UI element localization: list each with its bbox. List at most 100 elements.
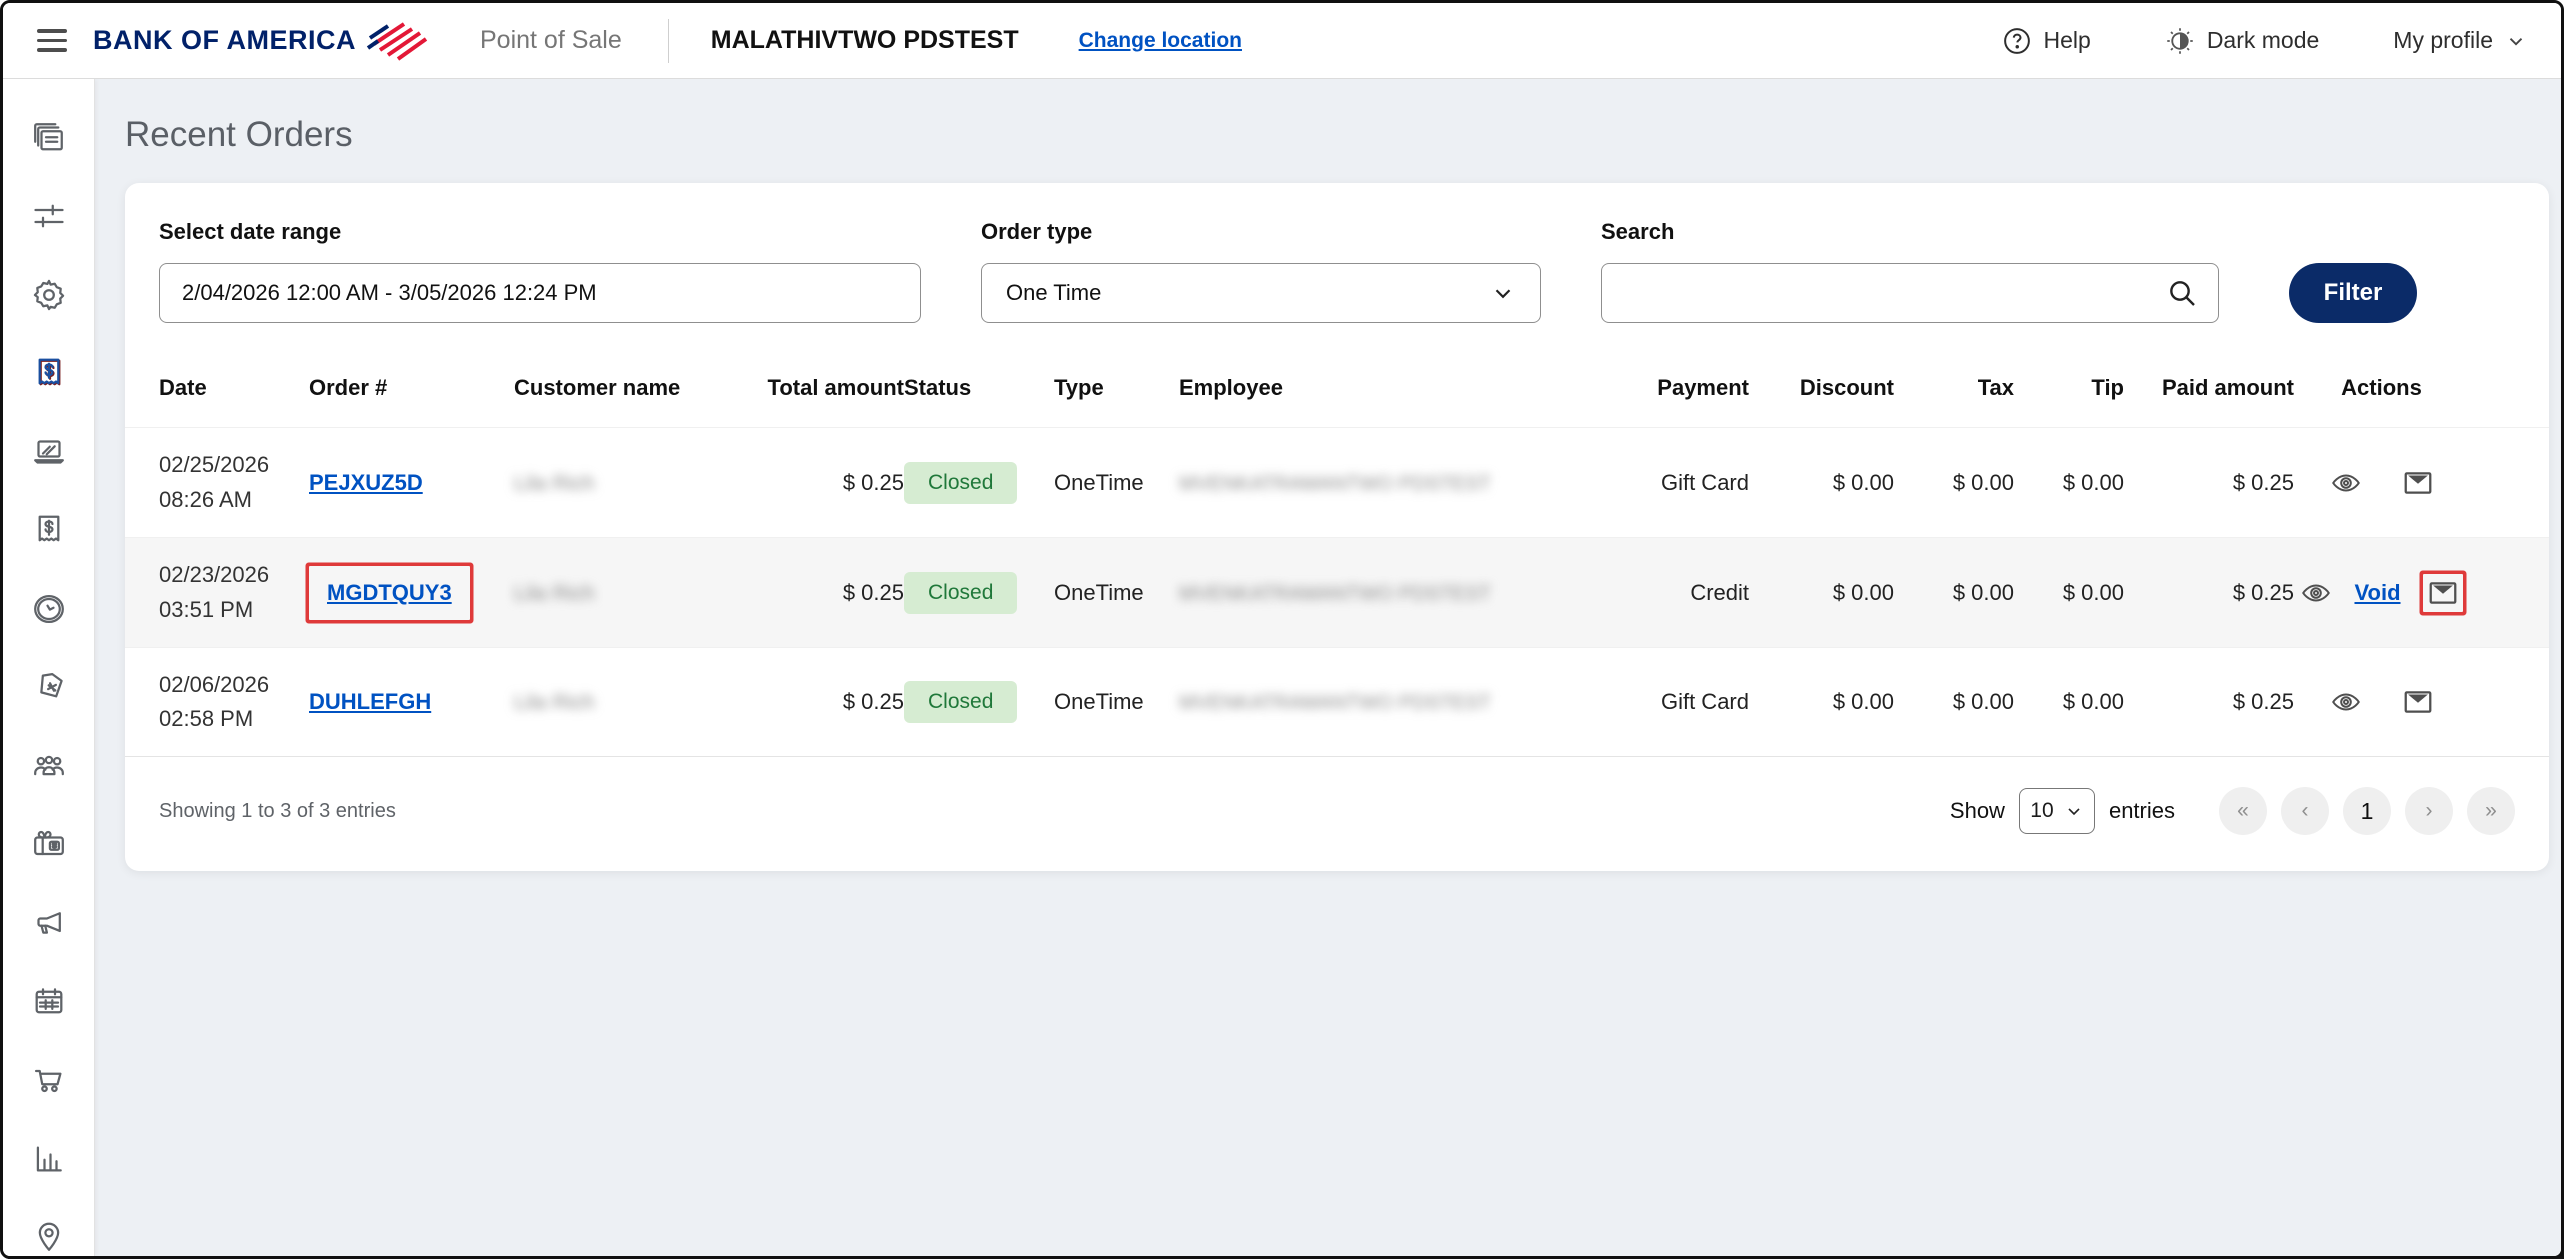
employee-cell: MVENKATRAMANTWO PDSTEST — [1179, 689, 1579, 715]
tax-cell: $ 0.00 — [1894, 580, 2014, 606]
sidebar-item-laptop[interactable] — [29, 433, 69, 471]
order-number-link[interactable]: PEJXUZ5D — [309, 470, 423, 496]
view-order-button[interactable] — [2330, 467, 2362, 499]
sidebar-item-receipt-dollar-2[interactable] — [29, 512, 69, 550]
gift-card-icon — [31, 827, 67, 863]
main-content: Recent Orders Select date range Order ty… — [95, 79, 2561, 1256]
search-input[interactable] — [1602, 280, 2166, 306]
view-order-button[interactable] — [2330, 686, 2362, 718]
sidebar-item-settings-gear[interactable] — [29, 276, 69, 314]
prev-page-button[interactable]: ‹ — [2281, 787, 2329, 835]
payment-cell: Credit — [1579, 580, 1749, 606]
customer-name-cell: Lila Rich — [514, 470, 744, 496]
filters-bar: Select date range Order type One Time Se… — [125, 183, 2549, 331]
page-1-button[interactable]: 1 — [2343, 787, 2391, 835]
sidebar-item-megaphone[interactable] — [29, 904, 69, 942]
order-number-cell: PEJXUZ5D — [309, 470, 514, 496]
payment-cell: Gift Card — [1579, 689, 1749, 715]
location-name: MALATHIVTWO PDSTEST — [711, 26, 1019, 55]
table-footer: Showing 1 to 3 of 3 entries Show 10 entr… — [125, 757, 2549, 861]
tax-cell: $ 0.00 — [1894, 689, 2014, 715]
page-title: Recent Orders — [125, 115, 2547, 155]
help-icon — [2002, 26, 2032, 56]
shopping-cart-icon — [31, 1062, 67, 1098]
order-date: 02/06/202602:58 PM — [159, 668, 309, 736]
tax-cell: $ 0.00 — [1894, 470, 2014, 496]
filter-button[interactable]: Filter — [2289, 263, 2417, 323]
megaphone-icon — [31, 905, 67, 941]
laptop-icon — [31, 434, 67, 470]
product-name: Point of Sale — [480, 26, 622, 55]
search-icon[interactable] — [2166, 277, 2198, 309]
hamburger-menu-icon[interactable] — [37, 29, 67, 52]
sidebar-item-documents[interactable] — [29, 119, 69, 157]
status-cell: Closed — [904, 681, 1054, 723]
sidebar-item-sliders[interactable] — [29, 198, 69, 236]
order-number-link[interactable]: MGDTQUY3 — [327, 580, 452, 606]
employee-cell: MVENKATRAMANTWO PDSTEST — [1179, 580, 1579, 606]
help-button[interactable]: Help — [2002, 26, 2091, 56]
order-row-PEJXUZ5D: 02/25/202608:26 AMPEJXUZ5D Lila Rich $ 0.2… — [125, 427, 2549, 537]
sidebar-item-bar-chart[interactable] — [29, 1140, 69, 1178]
sidebar-item-shopping-cart[interactable] — [29, 1061, 69, 1099]
change-location-link[interactable]: Change location — [1079, 29, 1242, 53]
flag-icon — [366, 20, 428, 62]
table-body: 02/25/202608:26 AMPEJXUZ5D Lila Rich $ 0.2… — [125, 427, 2549, 757]
sidebar-item-price-tag[interactable] — [29, 669, 69, 707]
paid-amount-cell: $ 0.25 — [2124, 580, 2294, 606]
order-number-cell: DUHLEFGH — [309, 689, 514, 715]
chevron-down-icon — [2064, 801, 2084, 821]
profile-label: My profile — [2393, 27, 2493, 54]
documents-icon — [31, 120, 67, 156]
tip-cell: $ 0.00 — [2014, 580, 2124, 606]
date-range-input[interactable] — [159, 263, 921, 323]
customers-group-icon — [31, 748, 67, 784]
column-header-date: Date — [159, 375, 309, 401]
view-order-button[interactable] — [2300, 577, 2332, 609]
order-type-value: One Time — [1006, 280, 1101, 306]
type-cell: OneTime — [1054, 689, 1179, 715]
column-header-tip: Tip — [2014, 375, 2124, 401]
column-header-employee: Employee — [1179, 375, 1579, 401]
showing-entries-text: Showing 1 to 3 of 3 entries — [159, 800, 396, 823]
sliders-icon — [31, 198, 67, 234]
show-label: Show — [1950, 798, 2005, 824]
calendar-icon — [31, 984, 67, 1020]
search-box — [1601, 263, 2219, 323]
header-divider — [668, 19, 669, 63]
tip-cell: $ 0.00 — [2014, 689, 2124, 715]
dark-mode-toggle[interactable]: Dark mode — [2165, 26, 2319, 56]
first-page-button[interactable]: « — [2219, 787, 2267, 835]
email-receipt-button[interactable] — [2402, 467, 2434, 499]
app-window: BANK OF AMERICA Point of Sale MALATHIVTW… — [0, 0, 2564, 1259]
sidebar-item-location-pin[interactable] — [29, 1218, 69, 1256]
type-cell: OneTime — [1054, 470, 1179, 496]
status-badge: Closed — [904, 572, 1017, 614]
order-number-cell: MGDTQUY3 — [309, 566, 514, 620]
page-size-select[interactable]: 10 — [2019, 788, 2095, 834]
location-pin-icon — [31, 1219, 67, 1255]
my-profile-menu[interactable]: My profile — [2393, 27, 2527, 54]
clock-history-icon — [31, 591, 67, 627]
sidebar-item-customers-group[interactable] — [29, 747, 69, 785]
sidebar-item-receipt-dollar[interactable] — [29, 355, 69, 393]
status-badge: Closed — [904, 462, 1017, 504]
dark-mode-label: Dark mode — [2207, 27, 2319, 54]
last-page-button[interactable]: » — [2467, 787, 2515, 835]
order-number-link[interactable]: DUHLEFGH — [309, 689, 431, 715]
order-type-select[interactable]: One Time — [981, 263, 1541, 323]
sidebar-item-gift-card[interactable] — [29, 826, 69, 864]
discount-cell: $ 0.00 — [1749, 580, 1894, 606]
table-header-row: DateOrder #Customer nameTotal amountStat… — [125, 331, 2549, 427]
email-receipt-button[interactable] — [2402, 686, 2434, 718]
paid-amount-cell: $ 0.25 — [2124, 470, 2294, 496]
order-date: 02/25/202608:26 AM — [159, 448, 309, 516]
receipt-dollar-2-icon — [31, 512, 67, 548]
sidebar-item-clock-history[interactable] — [29, 590, 69, 628]
sidebar-item-calendar[interactable] — [29, 983, 69, 1021]
email-receipt-button[interactable] — [2423, 574, 2463, 612]
void-link[interactable]: Void — [2354, 580, 2400, 606]
next-page-button[interactable]: › — [2405, 787, 2453, 835]
discount-cell: $ 0.00 — [1749, 470, 1894, 496]
order-row-DUHLEFGH: 02/06/202602:58 PMDUHLEFGHLila Rich$ 0.2… — [125, 647, 2549, 757]
